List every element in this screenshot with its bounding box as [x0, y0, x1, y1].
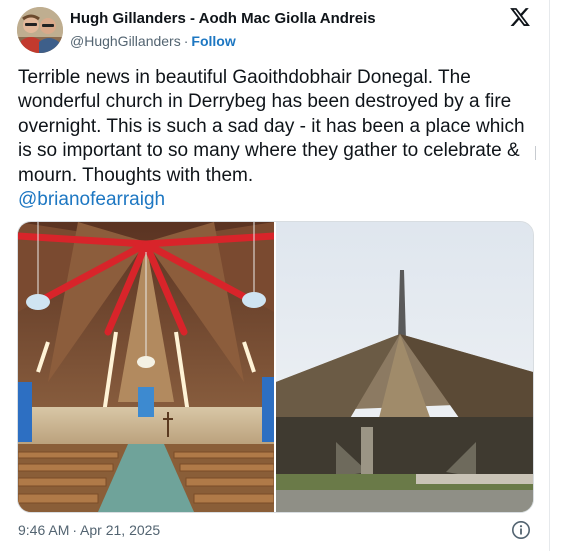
info-icon[interactable] [511, 520, 531, 540]
author-handle[interactable]: @HughGillanders [70, 33, 181, 49]
mention-link[interactable]: @brianofearraigh [18, 189, 165, 210]
tweet-body: Terrible news in beautiful Gaoithdobhair… [18, 67, 525, 186]
handle-row: @HughGillanders · Follow [70, 32, 236, 50]
tweet-time: 9:46 AM [18, 522, 70, 538]
tweet-card: Hugh Gillanders - Aodh Mac Giolla Andrei… [0, 0, 550, 551]
tweet-timestamp[interactable]: 9:46 AM · Apr 21, 2025 [18, 521, 160, 539]
author-avatar[interactable] [17, 7, 63, 53]
church-exterior-image[interactable] [276, 222, 533, 512]
avatar-photo [17, 7, 63, 53]
author-name[interactable]: Hugh Gillanders - Aodh Mac Giolla Andrei… [70, 9, 376, 28]
timestamp-separator: · [72, 522, 78, 538]
media-grid[interactable] [17, 221, 534, 513]
church-interior-image[interactable] [18, 222, 278, 512]
separator-dot: · [183, 33, 189, 49]
x-logo-icon[interactable] [509, 6, 531, 28]
follow-button[interactable]: Follow [191, 33, 235, 49]
tweet-date: Apr 21, 2025 [80, 522, 161, 538]
scrollbar-marker [535, 146, 536, 160]
tweet-text: Terrible news in beautiful Gaoithdobhair… [18, 66, 530, 212]
